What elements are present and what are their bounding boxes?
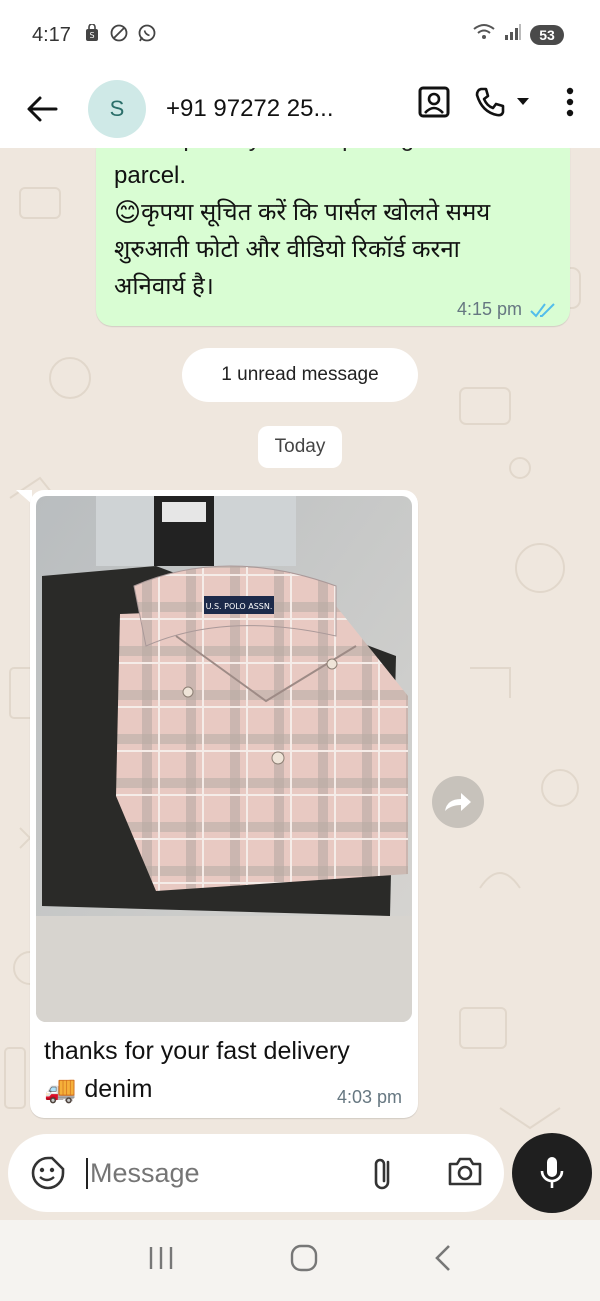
message-photo[interactable]: U.S. POLO ASSN. bbox=[36, 496, 412, 1022]
message-line: parcel. bbox=[114, 162, 187, 189]
message-line: शुरुआती फोटो और वीडियो रिकॉर्ड करना bbox=[114, 236, 460, 263]
chat-header: S +91 97272 25... bbox=[0, 70, 600, 148]
caption-line: thanks for your fast delivery bbox=[44, 1037, 350, 1065]
back-button[interactable] bbox=[22, 89, 62, 129]
phone-icon bbox=[475, 87, 505, 117]
notification-icons: S bbox=[83, 22, 157, 48]
avatar-letter: S bbox=[109, 96, 125, 121]
message-composer bbox=[8, 1134, 504, 1212]
emoji-button[interactable] bbox=[28, 1153, 68, 1193]
more-options-button[interactable] bbox=[560, 84, 580, 120]
arrow-left-icon bbox=[27, 96, 58, 122]
outgoing-message[interactable]: is compulsory while opening the parcel. … bbox=[96, 148, 570, 326]
contact-card-icon bbox=[418, 86, 450, 118]
contact-avatar[interactable]: S bbox=[88, 80, 146, 138]
paperclip-icon bbox=[374, 1158, 390, 1190]
caption-text: denim bbox=[84, 1075, 153, 1103]
header-actions bbox=[416, 84, 580, 120]
message-text-clipped: is compulsory while opening the bbox=[114, 148, 554, 157]
forward-button[interactable] bbox=[432, 776, 484, 828]
back-nav-button[interactable] bbox=[433, 1243, 453, 1278]
more-vertical-icon bbox=[566, 87, 574, 117]
unread-divider: 1 unread message bbox=[182, 348, 418, 402]
recents-icon bbox=[149, 1247, 173, 1269]
battery-indicator: 53 bbox=[530, 24, 564, 45]
do-not-disturb-icon bbox=[109, 23, 129, 48]
microphone-icon bbox=[540, 1157, 564, 1188]
chat-area[interactable]: is compulsory while opening the parcel. … bbox=[0, 148, 600, 1220]
message-caption: thanks for your fast delivery 🚚 denim bbox=[44, 1032, 350, 1108]
chevron-left-icon bbox=[435, 1245, 450, 1271]
forward-icon bbox=[445, 793, 471, 811]
home-icon bbox=[290, 1244, 318, 1272]
brand-label: U.S. POLO ASSN. bbox=[206, 602, 273, 611]
chevron-down-icon bbox=[517, 98, 529, 105]
voice-call-button[interactable] bbox=[474, 84, 538, 120]
signal-icon bbox=[504, 23, 522, 46]
voice-message-button[interactable] bbox=[512, 1133, 592, 1213]
wifi-icon bbox=[472, 22, 496, 47]
message-time: 4:03 pm bbox=[336, 1087, 402, 1107]
camera-button[interactable] bbox=[446, 1154, 484, 1193]
camera-icon bbox=[448, 1157, 482, 1186]
whatsapp-icon bbox=[137, 23, 157, 48]
sticker-smiley-icon bbox=[31, 1156, 65, 1190]
system-status: 53 bbox=[472, 22, 564, 47]
system-navigation-bar bbox=[0, 1220, 600, 1301]
message-time: 4:15 pm bbox=[456, 299, 522, 319]
delivery-truck-icon: 🚚 bbox=[44, 1074, 77, 1104]
attach-button[interactable] bbox=[368, 1154, 398, 1197]
message-line: कृपया सूचित करें कि पार्सल खोलते समय bbox=[141, 199, 491, 226]
message-line-hindi-1: 😊 कृपया सूचित करें कि पार्सल खोलते समय bbox=[114, 194, 554, 231]
message-input[interactable] bbox=[86, 1157, 336, 1189]
smiling-emoji-icon: 😊 bbox=[114, 197, 142, 227]
status-time: 4:17 bbox=[32, 23, 71, 46]
recent-apps-button[interactable] bbox=[147, 1245, 175, 1276]
svg-text:S: S bbox=[89, 31, 94, 40]
incoming-message[interactable]: U.S. POLO ASSN. thanks for your fast del… bbox=[30, 490, 418, 1118]
date-divider: Today bbox=[258, 426, 342, 468]
contact-name[interactable]: +91 97272 25... bbox=[166, 95, 376, 123]
shopping-bag-icon: S bbox=[83, 22, 101, 47]
double-check-read-icon bbox=[530, 302, 555, 318]
caption-line-2: 🚚 denim bbox=[44, 1070, 350, 1108]
shirt-photo-image: U.S. POLO ASSN. bbox=[36, 496, 412, 1022]
home-button[interactable] bbox=[289, 1243, 319, 1278]
status-bar: 4:17 S 53 bbox=[0, 0, 600, 70]
message-meta: 4:15 pm bbox=[457, 299, 556, 320]
video-call-button[interactable] bbox=[416, 84, 452, 120]
